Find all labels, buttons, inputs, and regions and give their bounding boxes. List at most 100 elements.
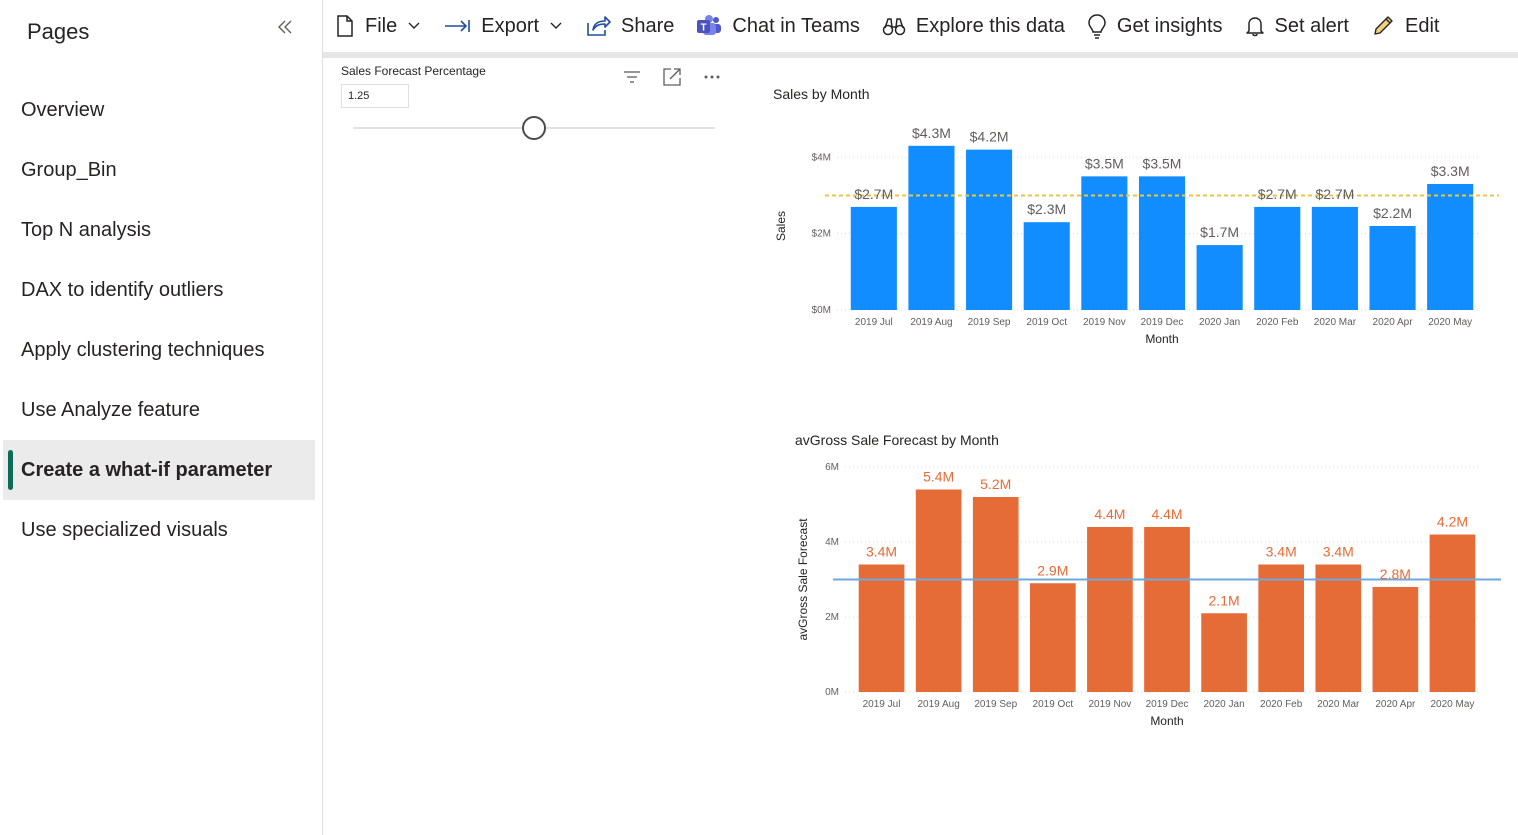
x-tick-label: 2020 Jan (1199, 317, 1240, 328)
bar (858, 564, 905, 692)
data-label: $1.7M (1200, 224, 1239, 240)
chevron-down-icon (408, 22, 420, 29)
x-axis-title: Month (1150, 714, 1183, 728)
x-tick-label: 2019 Dec (1146, 699, 1189, 710)
page-tab-label: Top N analysis (21, 218, 152, 241)
x-tick-label: 2019 Aug (918, 699, 960, 710)
y-tick-label: $4M (812, 152, 831, 163)
set-alert-button[interactable]: Set alert (1245, 6, 1349, 46)
slider-thumb[interactable] (522, 116, 546, 140)
explore-data-button[interactable]: Explore this data (882, 6, 1065, 46)
more-options-icon[interactable] (701, 66, 723, 88)
page-tab-label: Group_Bin (21, 158, 117, 181)
focus-mode-icon[interactable] (661, 66, 683, 88)
sales-chart-svg: $0M $2M $4M $2.7M $4.3M $4.2M $2.3M $3.5M $3.5M $… (774, 125, 1499, 346)
page-tab[interactable]: DAX to identify outliers (3, 260, 315, 320)
x-tick-label: 2020 Mar (1317, 699, 1360, 710)
chevron-down-icon (550, 22, 562, 29)
bar (1087, 527, 1133, 692)
x-tick-label: 2019 Jul (855, 317, 893, 328)
data-label: $2.3M (1027, 201, 1066, 217)
page-tab[interactable]: Create a what-if parameter (3, 440, 315, 500)
share-icon (587, 16, 611, 36)
x-tick-label: 2019 Nov (1089, 699, 1132, 710)
y-tick-label: 0M (825, 687, 839, 698)
file-menu-button[interactable]: File (335, 6, 421, 46)
forecast-by-month-chart[interactable]: avGross Sale Forecast by Month 0M 2M 4M 6M 3… (789, 430, 1509, 730)
page-tab[interactable]: Group_Bin (3, 140, 315, 200)
y-tick-label: $2M (812, 229, 831, 240)
page-tab-label: Use Analyze feature (21, 398, 200, 421)
x-tick-label: 2019 Jul (863, 699, 901, 710)
export-menu-button[interactable]: Export (443, 6, 563, 46)
pages-title: Pages (27, 19, 90, 44)
chart-title: avGross Sale Forecast by Month (795, 432, 999, 448)
bar (972, 497, 1019, 692)
share-label: Share (621, 14, 675, 37)
y-tick-label: 2M (825, 612, 839, 623)
slicer-title: Sales Forecast Percentage (341, 64, 486, 78)
x-tick-label: 2020 Jan (1204, 699, 1245, 710)
forecast-chart-svg: 0M 2M 4M 6M 3.4M 5.4M 5.2M 2.9M 4.4M 4.4M 2.1M 3.4M… (796, 462, 1501, 728)
bar (915, 489, 962, 692)
bar (908, 145, 955, 310)
explore-label: Explore this data (915, 14, 1065, 37)
share-button[interactable]: Share (585, 6, 674, 46)
y-tick-label: 4M (825, 537, 839, 548)
x-tick-label: 2019 Oct (1026, 317, 1067, 328)
bar (850, 206, 897, 310)
pencil-icon (1374, 16, 1393, 35)
export-arrow-icon (445, 20, 471, 32)
get-insights-button[interactable]: Get insights (1087, 6, 1223, 46)
chat-in-teams-button[interactable]: T Chat in Teams (696, 6, 860, 46)
page-tab-label: Overview (21, 98, 105, 121)
page-tab-label: DAX to identify outliers (21, 278, 224, 301)
page-tab-label: Use specialized visuals (21, 518, 228, 541)
edit-button[interactable]: Edit (1371, 6, 1439, 46)
collapse-pane-button[interactable] (272, 14, 298, 40)
x-tick-label: 2019 Aug (910, 317, 952, 328)
data-label: $3.3M (1431, 163, 1470, 179)
sales-by-month-chart[interactable]: Sales by Month $0M $2M $4M $2.7M $4.3M $4.2M $… (767, 84, 1507, 354)
bar (1029, 583, 1076, 692)
slicer-value-input[interactable]: 1.25 (341, 84, 409, 108)
bar (1427, 184, 1474, 310)
data-label: 3.4M (1266, 544, 1297, 560)
x-tick-label: 2020 May (1428, 317, 1472, 328)
data-label: $2.2M (1373, 205, 1412, 221)
data-label: $2.7M (854, 186, 893, 202)
x-tick-label: 2020 Mar (1314, 317, 1357, 328)
page-tab[interactable]: Overview (3, 80, 315, 140)
document-icon (337, 15, 353, 37)
bar (1196, 245, 1243, 310)
what-if-slicer: Sales Forecast Percentage 1.25 (339, 58, 739, 148)
page-tab[interactable]: Use Analyze feature (3, 380, 315, 440)
bar (1201, 613, 1247, 692)
insights-label: Get insights (1116, 14, 1223, 37)
x-tick-label: 2020 Feb (1260, 699, 1303, 710)
data-label: 2.1M (1209, 592, 1240, 608)
page-tab[interactable]: Use specialized visuals (3, 500, 315, 560)
x-tick-label: 2019 Sep (974, 699, 1017, 710)
y-axis-title: avGross Sale Forecast (796, 518, 810, 641)
page-list: Overview Group_Bin Top N analysis DAX to id… (3, 80, 315, 560)
report-canvas: Sales Forecast Percentage 1.25 Sales by … (323, 58, 1518, 835)
x-tick-label: 2020 May (1430, 699, 1474, 710)
data-label: $2.7M (1315, 186, 1354, 202)
data-label: $4.2M (970, 129, 1009, 145)
x-tick-label: 2020 Feb (1256, 317, 1299, 328)
x-tick-label: 2019 Oct (1033, 699, 1074, 710)
x-axis-title: Month (1145, 332, 1178, 346)
data-label: 4.4M (1151, 506, 1182, 522)
x-tick-label: 2020 Apr (1375, 699, 1416, 710)
bar (966, 149, 1013, 310)
y-axis-title: Sales (774, 211, 788, 241)
action-bar: File Export Share T Chat in Teams Explor… (323, 0, 1518, 58)
data-label: 4.2M (1437, 514, 1468, 530)
page-tab[interactable]: Apply clustering techniques (3, 320, 315, 380)
bar (1254, 206, 1301, 310)
page-tab[interactable]: Top N analysis (3, 200, 315, 260)
data-label: 2.9M (1037, 562, 1068, 578)
data-label: 3.4M (866, 544, 897, 560)
filter-icon[interactable] (621, 66, 643, 88)
